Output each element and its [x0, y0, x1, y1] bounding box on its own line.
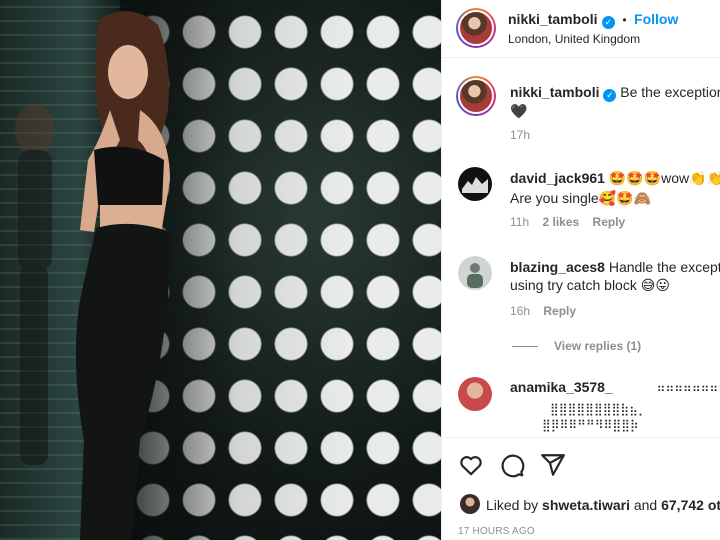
- post-photo[interactable]: [0, 0, 441, 540]
- comment-avatar[interactable]: [458, 377, 492, 411]
- caption-line: nikki_tamboli ✓ Be the exception: [510, 84, 720, 102]
- likes-count[interactable]: 67,742 others: [661, 497, 720, 513]
- comment-meta: 16h Reply: [510, 304, 576, 318]
- comment-text: Handle the exception: [608, 259, 720, 275]
- share-icon[interactable]: [540, 452, 566, 478]
- view-replies-label: View replies (1): [554, 339, 642, 353]
- follow-button[interactable]: Follow: [634, 11, 678, 27]
- post-side-panel: nikki_tamboli ✓ • Follow London, United …: [441, 0, 720, 540]
- likes-prefix: Liked by: [486, 497, 539, 513]
- comment-username[interactable]: anamika_3578_: [510, 379, 613, 395]
- likes-line: Liked by shweta.tiwari and 67,742 others: [486, 497, 720, 513]
- comment-line: anamika_3578_ ⠶⠶⠶⠶⠶⠶⠶⠶⠶⠶: [510, 379, 720, 396]
- comment-time: 11h: [510, 215, 530, 229]
- caption-text: Be the exception: [620, 84, 720, 100]
- comment-text: ⠶⠶⠶⠶⠶⠶⠶⠶⠶⠶: [656, 381, 720, 395]
- view-replies-dash: [512, 346, 538, 348]
- post-header: nikki_tamboli ✓ • Follow London, United …: [442, 0, 720, 58]
- comment-avatar[interactable]: [458, 256, 492, 290]
- verified-badge-icon: ✓: [603, 89, 617, 102]
- comment-username[interactable]: blazing_aces8: [510, 259, 605, 275]
- header-separator: •: [622, 13, 627, 27]
- comment-text-line2: using try catch block 😅😛: [510, 277, 670, 293]
- author-username[interactable]: nikki_tamboli: [508, 11, 597, 27]
- caption-time: 17h: [510, 128, 531, 142]
- comment-time: 16h: [510, 304, 531, 318]
- caption-username[interactable]: nikki_tamboli: [510, 84, 599, 100]
- caption-avatar[interactable]: [456, 76, 496, 116]
- comment-text-line3: ⣿⡿⠿⠿⠛⠛⠻⠿⣿⣿⡷: [542, 418, 639, 432]
- comment-text-line2: ⣿⣿⣿⣿⣿⣿⣿⣿⣷⣦⡀: [550, 402, 647, 416]
- comment-line: david_jack961 🤩🤩🤩wow👏👏: [510, 170, 720, 187]
- comment-text-line2: Are you single🥰🤩🙈: [510, 190, 652, 206]
- photo-person: [75, 11, 170, 540]
- comment-meta: 11h 2 likes Reply: [510, 215, 625, 229]
- liked-by-avatar[interactable]: [460, 494, 480, 514]
- post-timestamp[interactable]: 17 HOURS AGO: [458, 526, 535, 537]
- comment-line: blazing_aces8 Handle the exception: [510, 259, 720, 275]
- comment-username[interactable]: david_jack961: [510, 170, 605, 186]
- reply-button[interactable]: Reply: [543, 304, 576, 318]
- comment-likes[interactable]: 2 likes: [542, 215, 579, 229]
- author-avatar[interactable]: [456, 8, 496, 48]
- comment-avatar[interactable]: [458, 167, 492, 201]
- caption-emoji: 🖤: [510, 103, 528, 119]
- verified-badge-icon: ✓: [601, 16, 615, 29]
- heart-icon[interactable]: [458, 452, 484, 478]
- likes-middle: and: [633, 497, 658, 513]
- view-replies-button[interactable]: View replies (1): [512, 339, 641, 353]
- comment-text: 🤩🤩🤩wow👏👏: [608, 170, 720, 186]
- post-location[interactable]: London, United Kingdom: [508, 32, 640, 46]
- action-bar: Liked by shweta.tiwari and 67,742 others…: [442, 437, 720, 540]
- reply-button[interactable]: Reply: [593, 215, 626, 229]
- liked-by-username[interactable]: shweta.tiwari: [542, 497, 630, 513]
- comment-icon[interactable]: [499, 452, 525, 478]
